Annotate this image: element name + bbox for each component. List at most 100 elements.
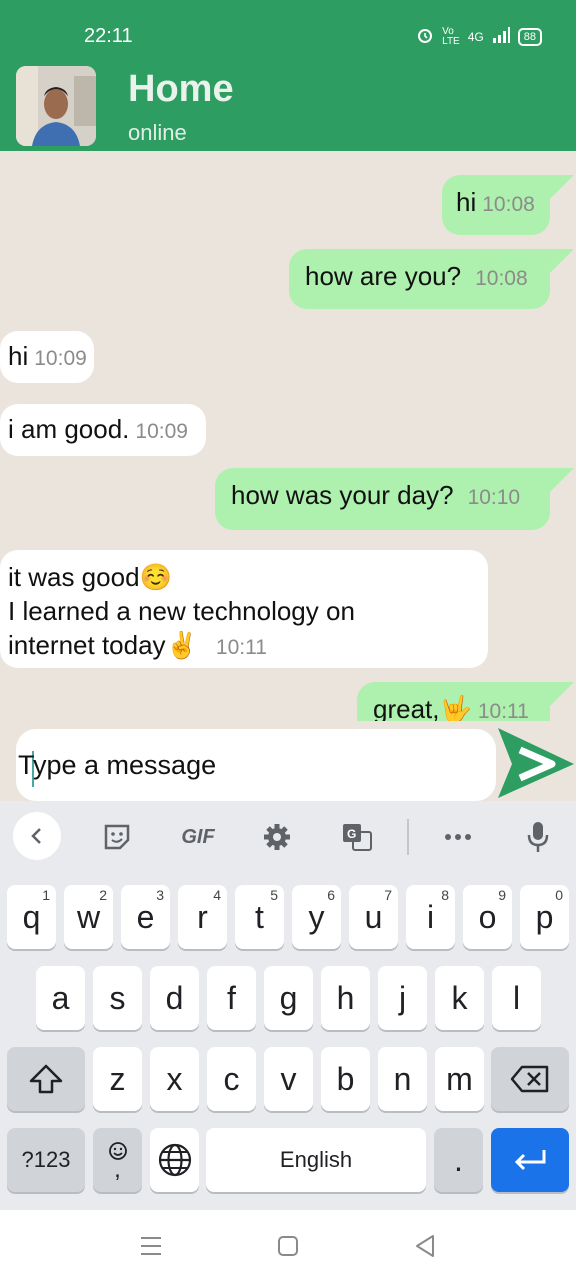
message-bubble-sent[interactable]: great,🤟 10:11 <box>357 682 574 721</box>
message-time: 10:08 <box>475 267 528 290</box>
key-label: q <box>22 898 41 935</box>
gif-button[interactable]: GIF <box>176 819 220 855</box>
translate-button[interactable]: G <box>337 819 377 855</box>
key-v[interactable]: v <box>264 1047 313 1111</box>
volte-icon: Vo LTE <box>442 25 460 47</box>
chevron-left-icon <box>31 828 41 844</box>
key-m[interactable]: m <box>435 1047 484 1111</box>
key-s[interactable]: s <box>93 966 142 1030</box>
gear-icon <box>264 824 290 850</box>
keyboard-back-button[interactable] <box>13 812 61 860</box>
more-button[interactable] <box>438 819 478 855</box>
message-bubble-received[interactable]: it was good☺️ I learned a new technology… <box>0 550 488 668</box>
key-r[interactable]: r4 <box>178 885 227 949</box>
message-text: hi <box>456 187 477 217</box>
chat-title: Home <box>128 68 234 110</box>
message-time: 10:11 <box>477 700 529 721</box>
message-bubble-received[interactable]: hi 10:09 <box>0 331 94 383</box>
backspace-icon <box>510 1065 549 1093</box>
microphone-icon <box>527 822 549 852</box>
key-o[interactable]: o9 <box>463 885 512 949</box>
status-icons: Vo LTE 4G 88 <box>416 26 542 47</box>
key-l[interactable]: l <box>492 966 541 1030</box>
space-key[interactable]: English <box>206 1128 426 1192</box>
home-button[interactable] <box>274 1232 302 1260</box>
send-button[interactable] <box>496 724 576 800</box>
key-hint: 8 <box>441 887 449 903</box>
enter-key[interactable] <box>491 1128 569 1192</box>
key-label: e <box>136 898 155 935</box>
backspace-key[interactable] <box>491 1047 569 1111</box>
key-b[interactable]: b <box>321 1047 370 1111</box>
bubble-tail <box>548 175 574 201</box>
key-label: t <box>255 898 264 935</box>
message-input[interactable]: Type a message <box>16 729 496 801</box>
bubble-tail <box>548 682 574 708</box>
sticker-button[interactable] <box>97 819 137 855</box>
key-w[interactable]: w2 <box>64 885 113 949</box>
key-d[interactable]: d <box>150 966 199 1030</box>
soft-keyboard: GIF G q1 w2 e3 r4 t5 y6 u7 i8 o9 p0 a s … <box>0 801 576 1210</box>
message-text: great,🤟 <box>373 694 472 721</box>
message-bubble-sent[interactable]: how was your day? 10:10 <box>215 468 574 530</box>
contact-avatar[interactable] <box>16 66 96 146</box>
status-time: 22:11 <box>84 25 133 47</box>
key-n[interactable]: n <box>378 1047 427 1111</box>
key-f[interactable]: f <box>207 966 256 1030</box>
key-hint: 6 <box>327 887 335 903</box>
key-q[interactable]: q1 <box>7 885 56 949</box>
key-label: r <box>197 898 208 935</box>
key-p[interactable]: p0 <box>520 885 569 949</box>
message-time: 10:10 <box>467 486 521 509</box>
key-e[interactable]: e3 <box>121 885 170 949</box>
message-bubble-sent[interactable]: hi 10:08 <box>442 175 574 235</box>
key-u[interactable]: u7 <box>349 885 398 949</box>
message-time: 10:11 <box>215 636 267 659</box>
key-label: o <box>478 898 497 935</box>
key-hint: 3 <box>156 887 164 903</box>
emoji-comma-key[interactable]: , <box>93 1128 142 1192</box>
language-key[interactable] <box>150 1128 199 1192</box>
chat-status: online <box>128 120 187 145</box>
key-k[interactable]: k <box>435 966 484 1030</box>
key-g[interactable]: g <box>264 966 313 1030</box>
key-h[interactable]: h <box>321 966 370 1030</box>
key-hint: 9 <box>498 887 506 903</box>
message-bubble-received[interactable]: i am good. 10:09 <box>0 404 206 456</box>
shift-key[interactable] <box>7 1047 85 1111</box>
voice-input-button[interactable] <box>518 819 558 855</box>
more-horizontal-icon <box>445 834 471 840</box>
symbols-key[interactable]: ?123 <box>7 1128 85 1192</box>
key-c[interactable]: c <box>207 1047 256 1111</box>
comma-label: , <box>114 1156 121 1183</box>
message-bubble-sent[interactable]: how are you? 10:08 <box>289 249 574 309</box>
key-a[interactable]: a <box>36 966 85 1030</box>
keyboard-toolbar: GIF G <box>0 801 576 873</box>
key-t[interactable]: t5 <box>235 885 284 949</box>
sticker-icon <box>104 824 130 850</box>
message-input-placeholder: Type a message <box>18 750 217 780</box>
recent-apps-button[interactable] <box>137 1232 165 1260</box>
period-key[interactable]: . <box>434 1128 483 1192</box>
key-x[interactable]: x <box>150 1047 199 1111</box>
triangle-back-icon <box>416 1235 434 1257</box>
alarm-icon <box>416 26 434 47</box>
network-label: 4G <box>467 29 484 44</box>
square-icon <box>278 1236 298 1256</box>
message-text: hi <box>8 341 29 371</box>
menu-icon <box>141 1237 161 1255</box>
message-line: it was good☺️ <box>8 562 172 592</box>
translate-icon: G <box>343 824 372 851</box>
message-text: how was your day? <box>231 480 454 510</box>
send-icon <box>498 728 574 798</box>
battery-icon: 88 <box>517 27 542 46</box>
message-time: 10:08 <box>482 193 535 216</box>
message-text: i am good. <box>8 414 130 444</box>
keyboard-settings-button[interactable] <box>257 819 297 855</box>
key-y[interactable]: y6 <box>292 885 341 949</box>
composer-bar: Type a message <box>0 721 576 801</box>
key-j[interactable]: j <box>378 966 427 1030</box>
key-z[interactable]: z <box>93 1047 142 1111</box>
key-i[interactable]: i8 <box>406 885 455 949</box>
back-button[interactable] <box>411 1232 439 1260</box>
